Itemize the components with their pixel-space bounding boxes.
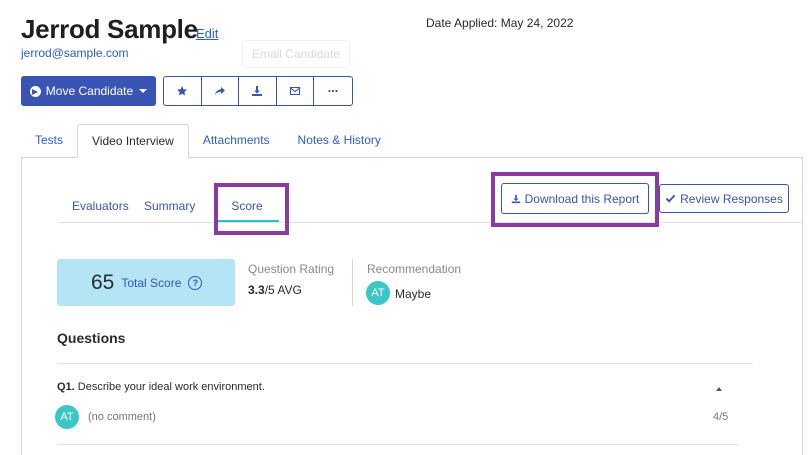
main-tabs: Tests Video Interview Attachments Notes …	[21, 124, 395, 158]
share-icon	[214, 87, 225, 95]
favorite-button[interactable]	[164, 77, 202, 105]
question-rating-suffix: /5 AVG	[264, 283, 302, 297]
move-candidate-button[interactable]: Move Candidate	[21, 76, 156, 106]
question-number: Q1.	[57, 381, 75, 393]
recommendation-label: Recommendation	[367, 262, 462, 276]
candidate-email[interactable]: jerrod@sample.com	[21, 46, 129, 60]
question-comment: (no comment)	[88, 411, 156, 423]
question-rating-number: 3.3	[248, 283, 265, 297]
tab-attachments[interactable]: Attachments	[189, 124, 284, 158]
collapse-caret-icon[interactable]	[716, 387, 722, 391]
question-rating-value: 3.3/5 AVG	[248, 283, 302, 297]
email-candidate-button: Email Candidate	[242, 40, 350, 68]
ellipsis-icon	[328, 89, 338, 93]
download-report-highlight-box	[491, 172, 659, 227]
download-button[interactable]	[239, 77, 277, 105]
recommendation-value: Maybe	[395, 287, 432, 301]
move-candidate-label: Move Candidate	[45, 84, 134, 98]
caret-down-icon	[139, 89, 148, 93]
more-options-button[interactable]	[314, 77, 352, 105]
tab-tests[interactable]: Tests	[21, 124, 77, 158]
star-icon	[177, 86, 188, 96]
question-rating-label: Question Rating	[248, 262, 335, 276]
envelope-icon	[290, 86, 301, 96]
review-responses-button[interactable]: Review Responses	[659, 184, 789, 213]
question-score: 4/5	[713, 411, 729, 423]
total-score-card: 65 Total Score ?	[57, 259, 235, 306]
candidate-actions-group	[163, 76, 353, 106]
date-applied: Date Applied: May 24, 2022	[426, 16, 574, 30]
subtabs-divider	[58, 222, 802, 223]
arrow-circle-icon	[29, 85, 41, 97]
questions-divider	[57, 363, 753, 364]
review-responses-label: Review Responses	[680, 191, 783, 206]
score-tab-highlight-box	[214, 183, 289, 235]
email-button[interactable]	[277, 77, 315, 105]
total-score-label: Total Score	[121, 275, 182, 290]
question-text: Describe your ideal work environment.	[77, 381, 265, 393]
question-divider	[57, 444, 739, 445]
questions-heading: Questions	[57, 330, 126, 346]
panel-border-left	[21, 157, 22, 455]
edit-link[interactable]: Edit	[196, 26, 218, 41]
help-icon[interactable]: ?	[188, 275, 203, 290]
avatar: AT	[366, 281, 390, 305]
subtab-summary[interactable]: Summary	[144, 189, 215, 222]
subtab-evaluators[interactable]: Evaluators	[58, 189, 144, 222]
tab-notes-history[interactable]: Notes & History	[284, 124, 395, 158]
reviewer-avatar: AT	[55, 405, 79, 429]
check-icon	[665, 194, 676, 203]
tab-video-interview[interactable]: Video Interview	[77, 124, 189, 158]
total-score-value: 65	[91, 270, 115, 294]
share-button[interactable]	[202, 77, 240, 105]
question-item: Q1. Describe your ideal work environment…	[57, 381, 265, 393]
download-icon	[252, 86, 263, 96]
panel-border-right	[802, 157, 803, 455]
score-divider	[352, 259, 353, 306]
candidate-name: Jerrod Sample	[21, 14, 198, 44]
